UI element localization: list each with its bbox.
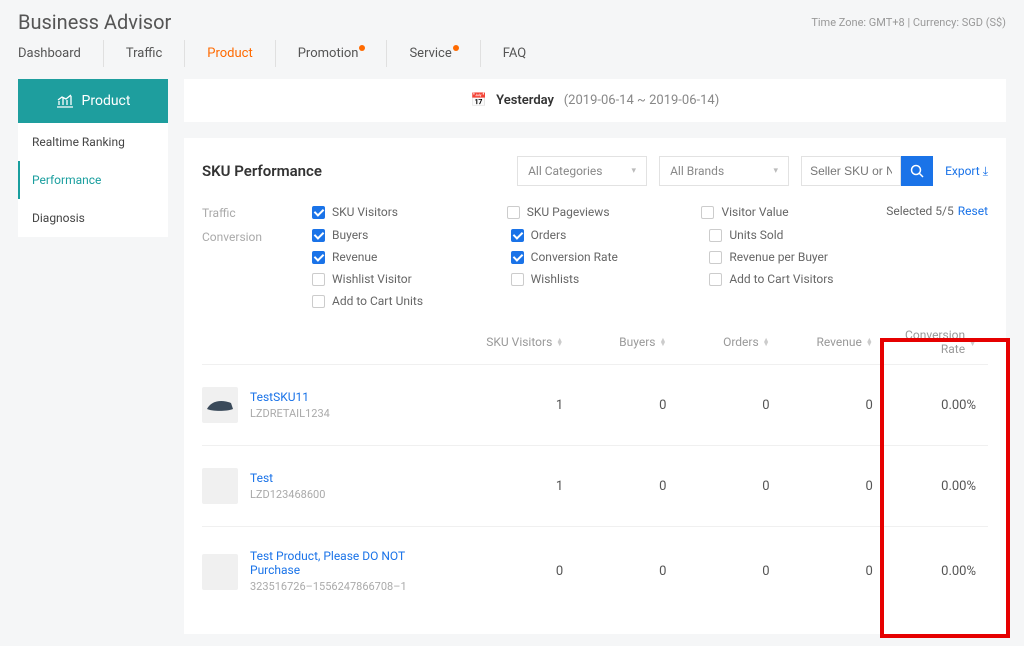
- table-row: Test LZD123468600 1 0 0 0 0.00%: [202, 445, 988, 526]
- col-revenue[interactable]: Revenue▲▼: [782, 328, 885, 356]
- sidebar-item-realtime[interactable]: Realtime Ranking: [18, 123, 168, 161]
- product-thumbnail: [202, 468, 238, 504]
- product-name-link[interactable]: Test Product, Please DO NOT Purchase: [250, 549, 450, 577]
- sort-icon: ▲▼: [659, 338, 666, 346]
- search-icon: [910, 164, 924, 178]
- date-selector[interactable]: 📅 Yesterday (2019-06-14 ~ 2019-06-14): [184, 79, 1006, 122]
- sort-icon: ▲▼: [866, 338, 873, 346]
- app-title: Business Advisor: [18, 10, 171, 34]
- sort-icon: ▲▼: [969, 338, 976, 346]
- product-name-link[interactable]: TestSKU11: [250, 390, 330, 404]
- metric-conversion-rate[interactable]: Conversion Rate: [511, 250, 700, 264]
- nav-promotion[interactable]: Promotion: [276, 40, 388, 67]
- date-range: (2019-06-14 ~ 2019-06-14): [564, 93, 720, 108]
- timezone-label: Time Zone: GMT+8 | Currency: SGD (S$): [811, 16, 1006, 29]
- metric-add-cart-units[interactable]: Add to Cart Units: [312, 294, 501, 308]
- cell-value: 0: [575, 398, 678, 413]
- metric-buyers[interactable]: Buyers: [312, 228, 501, 242]
- product-name-link[interactable]: Test: [250, 471, 325, 485]
- cell-value: 0: [575, 564, 678, 579]
- product-thumbnail: [202, 387, 238, 423]
- sidebar-head-label: Product: [82, 93, 131, 109]
- selected-count: Selected 5/5Reset: [886, 204, 988, 220]
- cell-value: 0: [678, 479, 781, 494]
- cell-value: 0: [678, 398, 781, 413]
- chevron-down-icon: ▾: [632, 166, 637, 176]
- col-conversion-rate[interactable]: Conversion Rate▲▼: [885, 328, 988, 356]
- notification-dot-icon: [453, 45, 459, 51]
- nav-dashboard[interactable]: Dashboard: [18, 40, 104, 67]
- sort-icon: ▲▼: [763, 338, 770, 346]
- nav-service-label: Service: [409, 46, 451, 61]
- cell-value: 0.00%: [885, 398, 988, 413]
- metric-group-conversion: Conversion: [202, 228, 312, 308]
- product-code: LZDRETAIL1234: [250, 407, 330, 420]
- product-code: 323516726–1556247866708–1: [250, 580, 407, 593]
- sidebar-head: Product: [18, 79, 168, 123]
- col-orders[interactable]: Orders▲▼: [678, 328, 781, 356]
- cell-value: 0: [472, 564, 575, 579]
- search-button[interactable]: [901, 156, 933, 186]
- cell-value: 0.00%: [885, 479, 988, 494]
- date-label: Yesterday: [496, 93, 554, 108]
- sidebar: Product Realtime Ranking Performance Dia…: [18, 79, 168, 237]
- cell-value: 0: [782, 564, 885, 579]
- product-code: LZD123468600: [250, 488, 325, 501]
- metric-sku-pageviews[interactable]: SKU Pageviews: [507, 204, 692, 220]
- chart-icon: [56, 94, 74, 108]
- sidebar-item-diagnosis[interactable]: Diagnosis: [18, 199, 168, 237]
- panel-title: SKU Performance: [202, 162, 505, 180]
- metric-revenue[interactable]: Revenue: [312, 250, 501, 264]
- cell-value: 1: [472, 398, 575, 413]
- main-nav: Dashboard Traffic Product Promotion Serv…: [0, 40, 1024, 67]
- metric-wishlist-visitor[interactable]: Wishlist Visitor: [312, 272, 501, 286]
- search-input[interactable]: [801, 156, 901, 186]
- metric-orders[interactable]: Orders: [511, 228, 700, 242]
- nav-product[interactable]: Product: [185, 40, 275, 67]
- table-header: SKU Visitors▲▼ Buyers▲▼ Orders▲▼ Revenue…: [202, 320, 988, 364]
- sort-icon: ▲▼: [556, 338, 563, 346]
- brand-select[interactable]: All Brands▾: [659, 156, 789, 186]
- cell-value: 0: [575, 479, 678, 494]
- product-thumbnail: [202, 554, 238, 590]
- metric-rev-per-buyer[interactable]: Revenue per Buyer: [709, 250, 898, 264]
- category-select[interactable]: All Categories▾: [517, 156, 647, 186]
- metric-visitor-value[interactable]: Visitor Value: [701, 204, 886, 220]
- notification-dot-icon: [359, 45, 365, 51]
- col-buyers[interactable]: Buyers▲▼: [575, 328, 678, 356]
- sku-table: SKU Visitors▲▼ Buyers▲▼ Orders▲▼ Revenue…: [202, 320, 988, 616]
- nav-promotion-label: Promotion: [298, 46, 359, 61]
- col-sku-visitors[interactable]: SKU Visitors▲▼: [472, 328, 575, 356]
- nav-service[interactable]: Service: [387, 40, 480, 67]
- cell-value: 1: [472, 479, 575, 494]
- sidebar-item-performance[interactable]: Performance: [18, 161, 168, 199]
- export-link[interactable]: Export ⤓: [945, 164, 988, 179]
- nav-faq[interactable]: FAQ: [481, 40, 548, 67]
- reset-link[interactable]: Reset: [958, 204, 988, 218]
- cell-value: 0: [782, 479, 885, 494]
- cell-value: 0.00%: [885, 564, 988, 579]
- cell-value: 0: [782, 398, 885, 413]
- nav-traffic[interactable]: Traffic: [104, 40, 185, 67]
- metric-group-traffic: Traffic: [202, 204, 312, 220]
- metric-add-cart-visitors[interactable]: Add to Cart Visitors: [709, 272, 898, 286]
- metric-units-sold[interactable]: Units Sold: [709, 228, 898, 242]
- metric-wishlists[interactable]: Wishlists: [511, 272, 700, 286]
- cell-value: 0: [678, 564, 781, 579]
- metric-sku-visitors[interactable]: SKU Visitors: [312, 204, 497, 220]
- calendar-icon: 📅: [471, 93, 487, 108]
- chevron-down-icon: ▾: [774, 166, 779, 176]
- table-row: TestSKU11 LZDRETAIL1234 1 0 0 0 0.00%: [202, 364, 988, 445]
